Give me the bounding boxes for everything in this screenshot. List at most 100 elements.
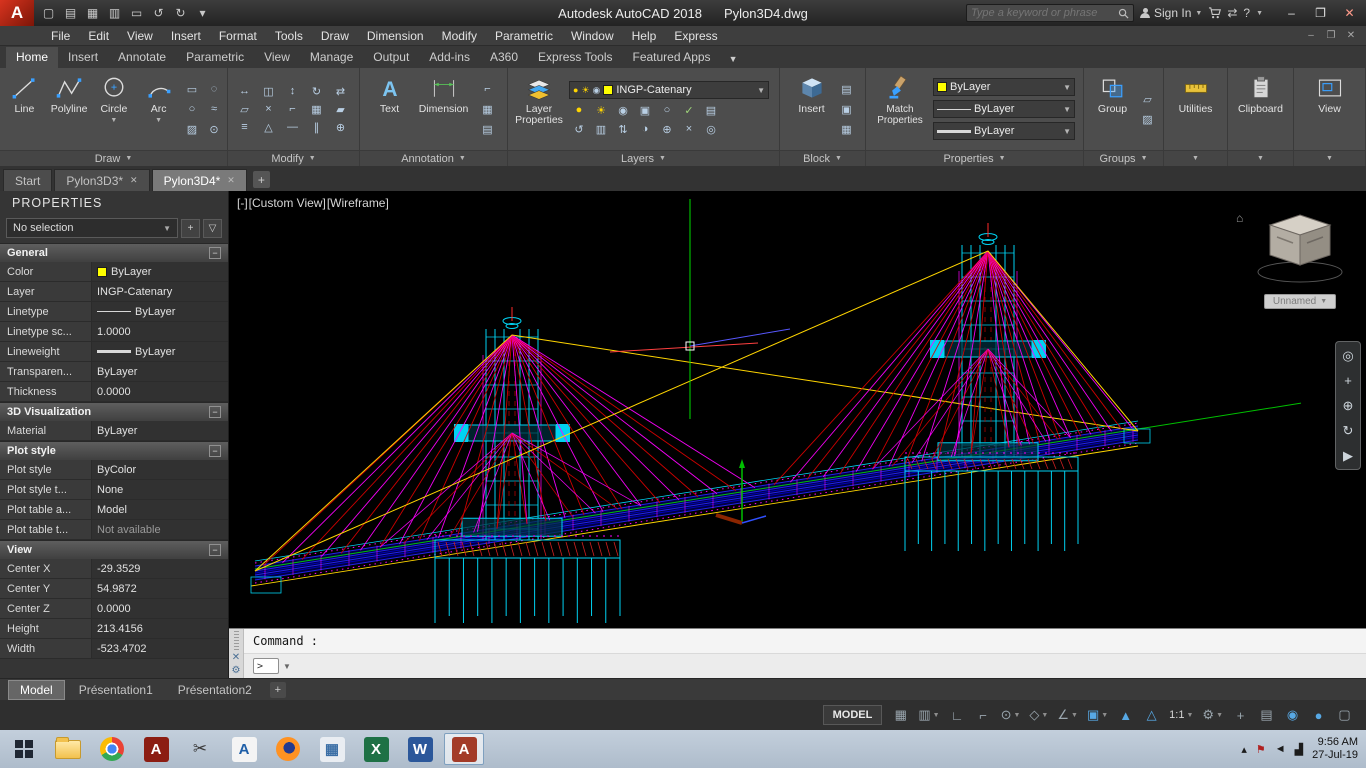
layer-lock-icon[interactable]: ◉ [613,102,633,118]
menu-draw[interactable]: Draw [312,26,358,46]
section-header-general[interactable]: General− [0,243,228,262]
clipboard-button[interactable]: Clipboard [1231,70,1290,148]
layer-isolate-icon[interactable]: ▣ [635,102,655,118]
layer-freeze-icon[interactable]: ☀ [591,102,611,118]
insert-block-button[interactable]: Insert [789,70,835,148]
app-store-cart-icon[interactable] [1208,7,1221,19]
copy-tool-icon[interactable]: ◫ [259,83,279,99]
autocad-app-menu-button[interactable]: A [0,0,34,26]
redo-icon[interactable]: ↻ [170,3,191,23]
group-button[interactable]: Group [1090,70,1136,148]
autocad-taskbar-icon[interactable]: A [444,733,484,765]
property-value[interactable]: ByLayer [92,302,228,321]
unlock-layer-icon[interactable]: ◎ [701,121,721,137]
excel-icon[interactable]: X [356,733,396,765]
utilities-button[interactable]: Utilities [1167,70,1224,148]
viewcube-unnamed-button[interactable]: Unnamed ▼ [1264,294,1336,309]
property-value[interactable]: 213.4156 [92,619,228,638]
snap-mode-icon[interactable]: ▥▼ [915,704,942,726]
rectangle-tool-icon[interactable]: ▭ [182,81,202,97]
circle-button[interactable]: Circle ▼ [93,70,136,148]
property-value[interactable]: ByLayer [92,421,228,440]
quick-select-button[interactable]: ▽ [203,219,222,238]
create-block-icon[interactable]: ▣ [837,101,857,117]
property-value[interactable]: ByLayer [92,342,228,361]
restore-button[interactable]: ❐ [1306,2,1335,24]
object-color-combo[interactable]: ByLayer ▼ [933,78,1075,96]
ribbon-tab-view[interactable]: View [254,47,300,68]
annotation-monitor-icon[interactable]: + [1229,704,1252,726]
autodesk-exchange-icon[interactable]: ⇄ [1227,6,1237,20]
ribbon-tab-featured-apps[interactable]: Featured Apps [623,47,721,68]
panel-label-modify[interactable]: Modify▼ [228,150,359,166]
word-icon[interactable]: W [400,733,440,765]
menu-insert[interactable]: Insert [162,26,210,46]
command-window-grip[interactable]: ✕ ⚙ [229,629,244,678]
bridge-wireframe-drawing[interactable] [229,191,1366,628]
ribbon-tab-insert[interactable]: Insert [58,47,108,68]
break-tool-icon[interactable]: ∥ [307,119,327,135]
layer-select-combo[interactable]: ● ☀ ◉ INGP-Catenary ▼ [569,81,769,99]
ribbon-tab-manage[interactable]: Manage [300,47,363,68]
annotation-style-icon[interactable]: ▤ [478,121,498,137]
menu-modify[interactable]: Modify [433,26,486,46]
help-caret-icon[interactable]: ▼ [1256,10,1263,17]
ribbon-tab-express-tools[interactable]: Express Tools [528,47,622,68]
table-icon[interactable]: ▦ [478,101,498,117]
point-tool-icon[interactable]: ⊙ [204,121,224,137]
osnap-tracking-icon[interactable]: ∠▼ [1054,704,1081,726]
text-button[interactable]: A Text [370,70,410,148]
ribbon-tab-output[interactable]: Output [363,47,419,68]
command-input-line[interactable]: > ▼ [244,654,1366,678]
layer-off-icon[interactable]: ○ [657,102,677,118]
property-value[interactable]: ByColor [92,460,228,479]
ribbon-display-toggle-icon[interactable]: ▼ [721,51,746,68]
menu-format[interactable]: Format [210,26,266,46]
viewcube-cube[interactable] [1250,209,1350,287]
file-explorer-icon[interactable] [48,733,88,765]
minimize-button[interactable]: – [1277,2,1306,24]
menu-parametric[interactable]: Parametric [486,26,562,46]
polyline-button[interactable]: Polyline [48,70,91,148]
ungroup-icon[interactable]: ▱ [1138,91,1158,107]
edit-attribute-icon[interactable]: ▤ [837,81,857,97]
section-header-plot-style[interactable]: Plot style− [0,441,228,460]
model-space-button[interactable]: MODEL [823,705,883,725]
customize-command-icon[interactable]: ⚙ [232,666,241,676]
lineweight-combo[interactable]: ByLayer ▼ [933,122,1075,140]
property-value[interactable]: ByLayer [92,362,228,381]
property-value[interactable]: Not available [92,520,228,539]
navigation-bar[interactable]: ◎+⊕↻▶ [1335,341,1361,470]
scale-tool-icon[interactable]: ▱ [235,101,255,117]
layout-tab-présentation1[interactable]: Présentation1 [68,681,164,699]
new-drawing-tab-button[interactable]: + [253,171,270,188]
property-value[interactable]: None [92,480,228,499]
menu-view[interactable]: View [118,26,162,46]
zoom-icon[interactable]: ⊕ [1343,399,1354,412]
polar-tracking-icon[interactable]: ⊙▼ [998,704,1024,726]
property-value[interactable]: 0.0000 [92,382,228,401]
panel-label-annotation[interactable]: Annotation▼ [360,150,507,166]
freeze-other-icon[interactable]: ◑ [635,121,655,137]
multileader-icon[interactable]: ⌐ [478,81,498,97]
doc-close-button[interactable]: ✕ [1342,30,1360,41]
workspace-switching-icon[interactable]: ⚙▼ [1199,704,1226,726]
ribbon-tab-home[interactable]: Home [6,47,58,68]
open-file-icon[interactable]: ▤ [60,3,81,23]
doc-restore-button[interactable]: ❐ [1322,30,1340,41]
panel-label-utilities[interactable]: ▼ [1164,150,1227,166]
panel-label-block[interactable]: Block▼ [780,150,865,166]
offset-tool-icon[interactable]: ≡ [235,119,255,135]
menu-file[interactable]: File [42,26,79,46]
manage-attributes-icon[interactable]: ▦ [837,121,857,137]
panel-label-clipboard[interactable]: ▼ [1228,150,1293,166]
file-tab-close-icon[interactable]: ✕ [227,175,235,186]
property-value[interactable]: 1.0000 [92,322,228,341]
grid-display-icon[interactable]: ▦ [889,704,912,726]
rotate-tool-icon[interactable]: ↻ [307,83,327,99]
quick-properties-icon[interactable]: ▤ [1255,704,1278,726]
layer-match-icon[interactable]: ▤ [701,102,721,118]
property-value[interactable]: 54.9872 [92,579,228,598]
section-collapse-icon[interactable]: − [209,247,221,259]
make-current-icon[interactable]: ✓ [679,102,699,118]
